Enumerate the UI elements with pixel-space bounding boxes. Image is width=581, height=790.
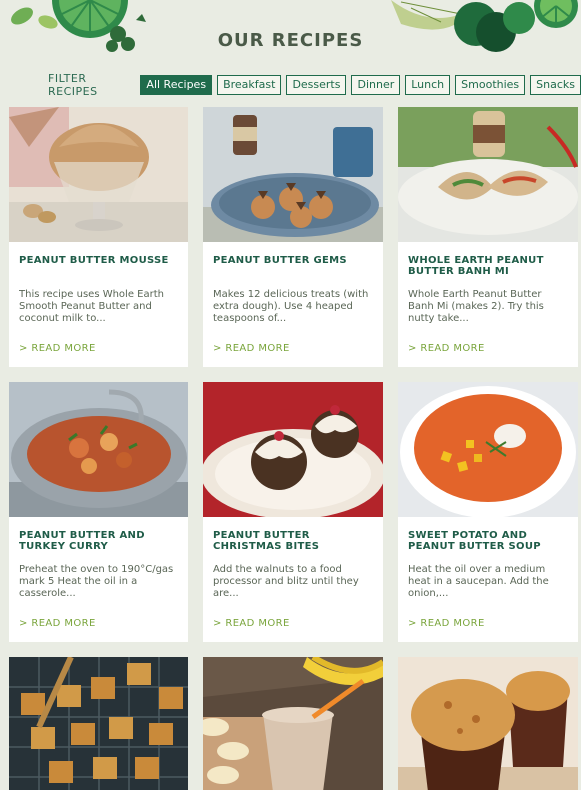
- filter-dinner[interactable]: Dinner: [351, 75, 401, 95]
- read-more-link[interactable]: > READ MORE: [408, 618, 485, 629]
- read-more-link[interactable]: > READ MORE: [19, 343, 96, 354]
- recipe-description: Makes 12 delicious treats (with extra do…: [213, 289, 369, 324]
- recipe-card[interactable]: [398, 657, 578, 790]
- banh-mi-image: [398, 107, 578, 242]
- page-title: OUR RECIPES: [217, 30, 364, 51]
- recipe-card[interactable]: SWEET POTATO AND PEANUT BUTTER SOUP Heat…: [398, 382, 578, 642]
- recipe-title[interactable]: SWEET POTATO AND PEANUT BUTTER SOUP: [408, 530, 568, 560]
- banana-smoothie-image: [203, 657, 383, 790]
- recipe-card[interactable]: [9, 657, 188, 790]
- sweet-potato-soup-image: [398, 382, 578, 517]
- recipe-title[interactable]: PEANUT BUTTER GEMS: [213, 255, 373, 285]
- filter-snacks[interactable]: Snacks: [530, 75, 581, 95]
- filter-breakfast[interactable]: Breakfast: [217, 75, 282, 95]
- recipe-card[interactable]: PEANUT BUTTER AND TURKEY CURRY Preheat t…: [9, 382, 188, 642]
- read-more-link[interactable]: > READ MORE: [408, 343, 485, 354]
- read-more-link[interactable]: > READ MORE: [19, 618, 96, 629]
- recipe-description: Preheat the oven to 190°C/gas mark 5 Hea…: [19, 564, 174, 599]
- recipe-description: Whole Earth Peanut Butter Banh Mi (makes…: [408, 289, 544, 324]
- filter-desserts[interactable]: Desserts: [286, 75, 347, 95]
- filter-all-recipes[interactable]: All Recipes: [140, 75, 213, 95]
- recipe-description: This recipe uses Whole Earth Smooth Pean…: [19, 289, 164, 324]
- filter-smoothies[interactable]: Smoothies: [455, 75, 526, 95]
- peanut-butter-gems-image: [203, 107, 383, 242]
- peanut-butter-mousse-image: [9, 107, 188, 242]
- recipe-title[interactable]: PEANUT BUTTER AND TURKEY CURRY: [19, 530, 178, 560]
- read-more-link[interactable]: > READ MORE: [213, 343, 290, 354]
- read-more-link[interactable]: > READ MORE: [213, 618, 290, 629]
- recipe-title[interactable]: PEANUT BUTTER CHRISTMAS BITES: [213, 530, 373, 560]
- recipe-description: Add the walnuts to a food processor and …: [213, 564, 359, 599]
- christmas-bites-image: [203, 382, 383, 517]
- recipe-title[interactable]: PEANUT BUTTER MOUSSE: [19, 255, 178, 285]
- filter-lunch[interactable]: Lunch: [405, 75, 451, 95]
- turkey-curry-image: [9, 382, 188, 517]
- recipe-grid: PEANUT BUTTER MOUSSE This recipe uses Wh…: [9, 107, 578, 790]
- recipe-description: Heat the oil over a medium heat in a sau…: [408, 564, 549, 599]
- recipe-card[interactable]: PEANUT BUTTER GEMS Makes 12 delicious tr…: [203, 107, 383, 367]
- recipe-card[interactable]: WHOLE EARTH PEANUT BUTTER BANH MI Whole …: [398, 107, 578, 367]
- recipe-card[interactable]: PEANUT BUTTER MOUSSE This recipe uses Wh…: [9, 107, 188, 367]
- recipe-title[interactable]: WHOLE EARTH PEANUT BUTTER BANH MI: [408, 255, 568, 285]
- header: OUR RECIPES FILTER RECIPES All Recipes B…: [0, 0, 581, 100]
- flapjack-bars-image: [9, 657, 188, 790]
- filter-bar: FILTER RECIPES All Recipes Breakfast Des…: [48, 72, 581, 98]
- muffins-image: [398, 657, 578, 790]
- filter-label: FILTER RECIPES: [48, 72, 98, 98]
- recipe-card[interactable]: PEANUT BUTTER CHRISTMAS BITES Add the wa…: [203, 382, 383, 642]
- recipe-card[interactable]: [203, 657, 383, 790]
